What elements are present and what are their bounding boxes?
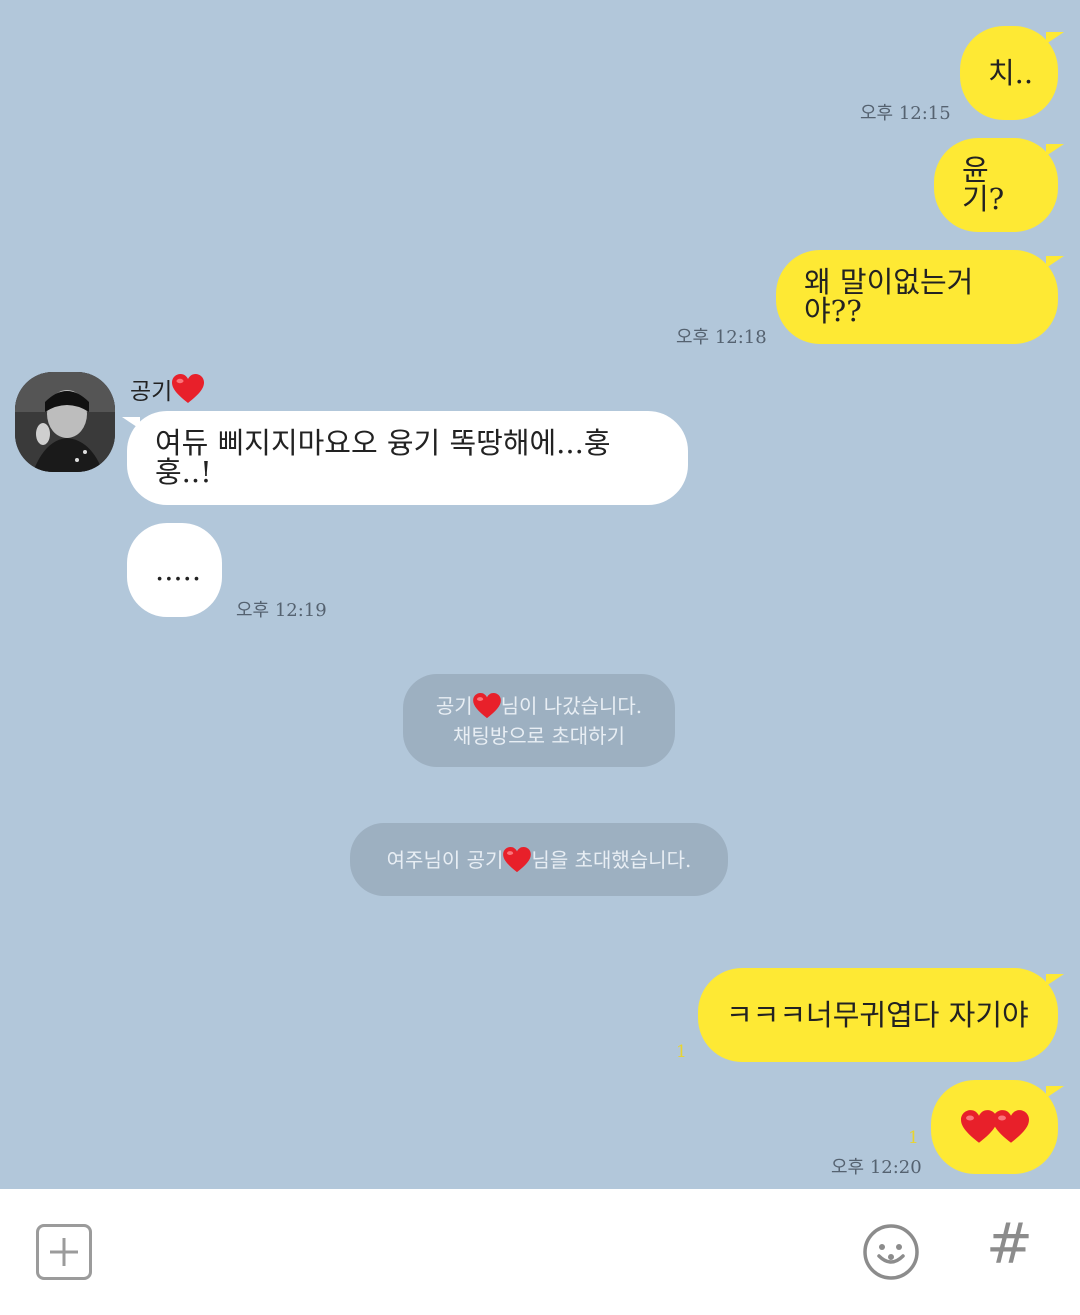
invite-link[interactable]: 채팅방으로 초대하기	[453, 721, 625, 751]
my-message-bubble[interactable]: 왜 말이없는거야??	[776, 250, 1058, 344]
message-text: 치..	[988, 55, 1034, 90]
message-text: 윤기?	[962, 153, 1005, 216]
my-message-bubble[interactable]	[931, 1080, 1058, 1174]
my-message-bubble[interactable]: 치..	[960, 26, 1058, 120]
heart-icon	[503, 847, 531, 873]
unread-count: 1	[676, 1042, 687, 1062]
emoji-button[interactable]	[862, 1223, 920, 1281]
input-bar: #	[0, 1189, 1080, 1315]
hash-icon: #	[986, 1212, 1033, 1277]
other-message-bubble[interactable]: .....	[127, 523, 222, 617]
profile-photo-icon	[15, 372, 115, 472]
bubble-tail	[122, 417, 140, 429]
system-message-invited: 여주님이 공기 님을 초대했습니다.	[350, 823, 728, 896]
plus-icon	[50, 1238, 78, 1266]
system-text: 여주님이 공기	[386, 847, 504, 872]
message-text: .....	[155, 552, 202, 587]
system-text: 님이 나갔습니다.	[500, 693, 643, 718]
chat-area[interactable]: 치.. 오후 12:15 윤기? 왜 말이없는거야?? 오후 12:18 공기 …	[0, 0, 1080, 1189]
heart-icon	[961, 1110, 997, 1144]
message-text: 왜 말이없는거야??	[804, 265, 974, 328]
my-message-bubble[interactable]: 윤기?	[934, 138, 1058, 232]
emoji-icon	[863, 1224, 919, 1280]
attach-button[interactable]	[36, 1224, 92, 1280]
system-line: 공기 님이 나갔습니다.	[436, 691, 642, 721]
bubble-tail	[1046, 144, 1064, 156]
system-message-left: 공기 님이 나갔습니다. 채팅방으로 초대하기	[403, 674, 675, 767]
avatar[interactable]	[15, 372, 115, 472]
message-time: 오후 12:20	[831, 1157, 922, 1178]
unread-count: 1	[908, 1128, 919, 1148]
bubble-tail	[1046, 974, 1064, 986]
message-time: 오후 12:19	[236, 600, 327, 621]
bubble-tail	[1046, 32, 1064, 44]
hash-button[interactable]: #	[986, 1217, 1033, 1273]
message-time: 오후 12:15	[860, 103, 951, 124]
message-text: 여듀 삐지지마요오 융기 똑땅해에...훙훙..!	[155, 426, 611, 489]
system-text: 님을 초대했습니다.	[531, 847, 692, 872]
message-time: 오후 12:18	[676, 327, 767, 348]
bubble-tail	[1046, 1086, 1064, 1098]
heart-icon	[993, 1110, 1029, 1144]
heart-icon	[473, 693, 501, 719]
sender-name: 공기	[130, 372, 204, 406]
heart-icon	[172, 374, 204, 404]
other-message-bubble[interactable]: 여듀 삐지지마요오 융기 똑땅해에...훙훙..!	[127, 411, 688, 505]
bubble-tail	[1046, 256, 1064, 268]
message-text: ㅋㅋㅋ너무귀엽다 자기야	[726, 997, 1029, 1032]
system-text: 공기	[435, 693, 473, 718]
my-message-bubble[interactable]: ㅋㅋㅋ너무귀엽다 자기야	[698, 968, 1058, 1062]
sender-name-text: 공기	[130, 379, 173, 405]
